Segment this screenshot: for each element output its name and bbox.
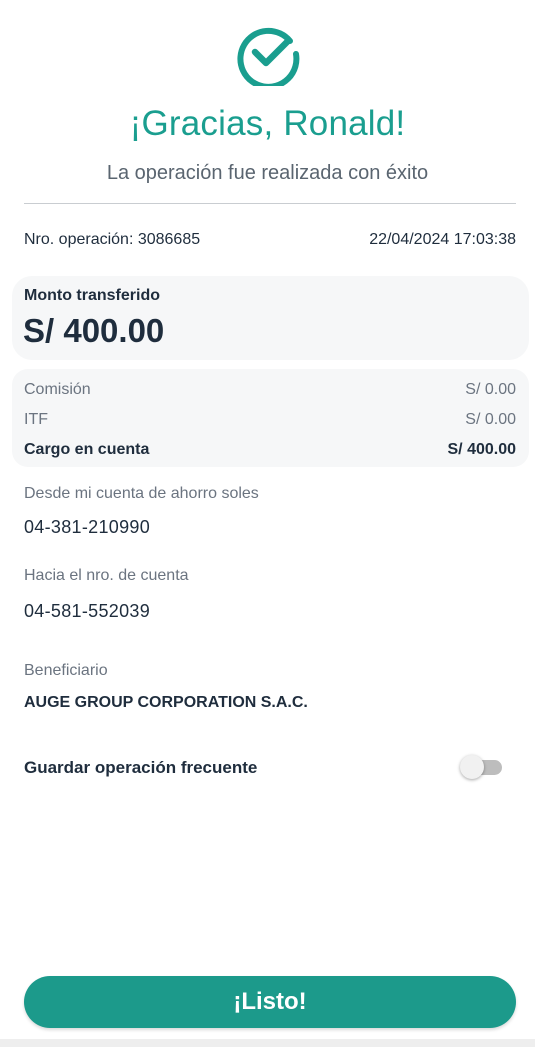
- page-title: ¡Gracias, Ronald!: [129, 104, 406, 143]
- divider: [24, 203, 516, 204]
- operation-info-row: Nro. operación: 3086685 22/04/2024 17:03…: [24, 231, 516, 249]
- to-account-label: Hacia el nro. de cuenta: [24, 567, 189, 584]
- fee-label: Comisión: [24, 381, 91, 398]
- done-button[interactable]: ¡Listo!: [24, 976, 516, 1028]
- fee-value: S/ 0.00: [465, 381, 516, 398]
- save-frequent-label: Guardar operación frecuente: [24, 758, 258, 777]
- check-circle-icon: [237, 27, 300, 86]
- bottom-bar: [0, 1039, 535, 1047]
- amount-value: S/ 400.00: [23, 312, 165, 349]
- operation-number: Nro. operación: 3086685: [24, 231, 201, 248]
- from-account-label: Desde mi cuenta de ahorro soles: [24, 485, 259, 502]
- amount-label: Monto transferido: [24, 287, 160, 304]
- amount-card: Monto transferido S/ 400.00: [12, 276, 529, 360]
- fee-row-total-charge: Cargo en cuenta S/ 400.00: [24, 441, 516, 459]
- fee-label: Cargo en cuenta: [24, 441, 150, 458]
- fees-card: Comisión S/ 0.00 ITF S/ 0.00 Cargo en cu…: [12, 369, 529, 467]
- fee-value: S/ 400.00: [447, 441, 517, 458]
- beneficiary-name: AUGE GROUP CORPORATION S.A.C.: [24, 694, 308, 711]
- save-frequent-toggle[interactable]: [460, 755, 502, 779]
- from-account-number: 04-381-210990: [24, 517, 151, 537]
- toggle-thumb: [460, 755, 484, 779]
- success-message: La operación fue realizada con éxito: [106, 162, 429, 184]
- fee-value: S/ 0.00: [465, 411, 516, 428]
- fee-label: ITF: [24, 411, 48, 428]
- fee-row-commission: Comisión S/ 0.00: [24, 381, 516, 399]
- beneficiary-label: Beneficiario: [24, 662, 108, 679]
- fee-row-itf: ITF S/ 0.00: [24, 411, 516, 429]
- to-account-number: 04-581-552039: [24, 601, 151, 621]
- operation-datetime: 22/04/2024 17:03:38: [369, 231, 516, 248]
